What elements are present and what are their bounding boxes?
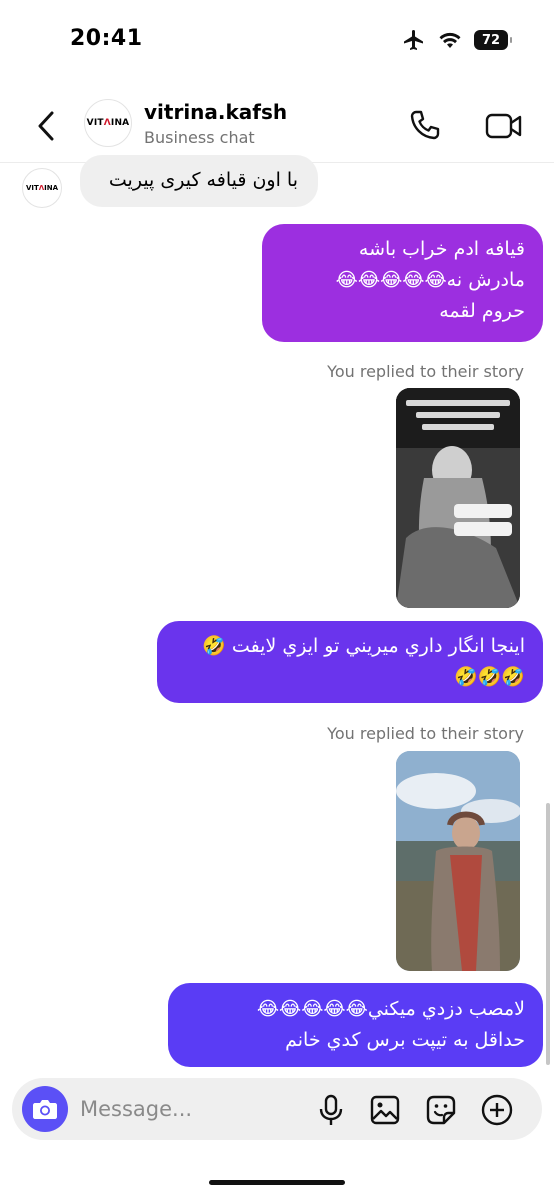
home-indicator: [209, 1180, 345, 1185]
gallery-button[interactable]: [368, 1093, 402, 1127]
chat-header: VITΛINA vitrina.kafsh Business chat: [0, 90, 554, 163]
outgoing-message[interactable]: لامصب دزدي ميكني😂😂😂😂😂 حداقل به تيپت برس …: [168, 983, 543, 1067]
wifi-icon: [439, 32, 461, 48]
avatar[interactable]: VITΛINA: [84, 99, 132, 147]
battery-indicator: 72: [474, 30, 512, 50]
airplane-icon: [404, 30, 423, 50]
story-reply-label: You replied to their story: [327, 362, 524, 381]
message-input[interactable]: [80, 1094, 300, 1124]
call-button[interactable]: [404, 106, 444, 146]
back-button[interactable]: [32, 108, 62, 144]
status-time: 20:41: [70, 26, 143, 51]
image-icon: [370, 1095, 400, 1125]
add-button[interactable]: [480, 1093, 514, 1127]
story-image: [396, 388, 520, 608]
sticker-button[interactable]: [424, 1093, 458, 1127]
video-call-button[interactable]: [484, 106, 524, 146]
story-thumbnail[interactable]: [396, 388, 520, 608]
story-reply-label: You replied to their story: [327, 724, 524, 743]
message-text-line: حروم لقمه: [439, 300, 525, 322]
outgoing-message[interactable]: قیافه ادم خراب باشه مادرش نه😂😂😂😂😂 حروم ل…: [262, 224, 543, 342]
camera-icon: [33, 1100, 57, 1119]
sticker-icon: [426, 1095, 456, 1125]
message-text-line: حداقل به تيپت برس كدي خانم: [285, 1029, 525, 1051]
scrollbar[interactable]: [546, 803, 550, 1065]
voice-message-button[interactable]: [314, 1093, 348, 1127]
message-text: با اون قیافه کیری پیریت: [108, 169, 298, 191]
chat-title[interactable]: vitrina.kafsh: [144, 100, 287, 124]
story-image: [396, 751, 520, 971]
incoming-message[interactable]: با اون قیافه کیری پیریت: [80, 155, 318, 207]
outgoing-message[interactable]: اينجا انگار داري ميريني تو ايزي لايفت 🤣 …: [157, 621, 543, 703]
chat-subtitle: Business chat: [144, 128, 255, 147]
phone-icon: [410, 110, 440, 140]
message-text-line: قیافه ادم خراب باشه: [358, 238, 525, 260]
camera-button[interactable]: [22, 1086, 68, 1132]
message-text-line: اينجا انگار داري ميريني تو ايزي لايفت 🤣: [202, 635, 525, 657]
sender-avatar[interactable]: VITΛINA: [22, 168, 62, 208]
message-text-line: 🤣🤣🤣: [454, 666, 525, 688]
message-text-line: مادرش نه😂😂😂😂😂: [335, 269, 525, 291]
message-text-line: لامصب دزدي ميكني😂😂😂😂😂: [256, 998, 525, 1020]
plus-circle-icon: [481, 1094, 513, 1126]
microphone-icon: [319, 1094, 343, 1125]
chevron-left-icon: [38, 111, 54, 141]
video-camera-icon: [485, 113, 522, 139]
status-icons: 72: [402, 28, 512, 52]
avatar-logo-text: VITΛINA: [86, 118, 130, 128]
story-thumbnail[interactable]: [396, 751, 520, 971]
avatar-logo-text: VITΛINA: [25, 184, 59, 192]
